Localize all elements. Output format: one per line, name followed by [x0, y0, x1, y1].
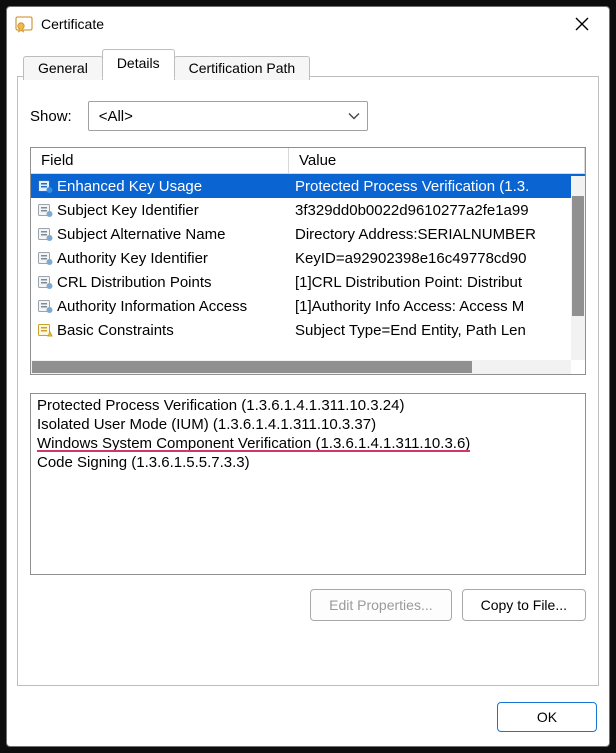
list-header: Field Value	[31, 148, 585, 174]
fields-list[interactable]: Field Value Enhanced Key Usage Protected …	[30, 147, 586, 375]
field-text: Authority Information Access	[57, 298, 247, 315]
show-dropdown[interactable]: <All>	[88, 101, 368, 131]
detail-line-highlighted: Windows System Component Verification (1…	[37, 434, 579, 453]
vertical-scroll-thumb[interactable]	[572, 196, 584, 316]
certificate-dialog: Certificate General Details Certificatio…	[6, 6, 610, 747]
cell-field: Basic Constraints	[31, 322, 289, 339]
col-field[interactable]: Field	[31, 148, 289, 174]
field-icon	[37, 178, 53, 194]
cell-field: CRL Distribution Points	[31, 274, 289, 291]
cell-value: [1]Authority Info Access: Access M	[289, 298, 585, 315]
field-icon	[37, 226, 53, 242]
detail-line: Isolated User Mode (IUM) (1.3.6.1.4.1.31…	[37, 415, 579, 434]
detail-pane[interactable]: Protected Process Verification (1.3.6.1.…	[30, 393, 586, 575]
dialog-footer: OK	[7, 692, 609, 746]
horizontal-scrollbar[interactable]	[31, 360, 571, 374]
show-label: Show:	[30, 108, 72, 125]
field-icon	[37, 202, 53, 218]
tab-details[interactable]: Details	[102, 49, 175, 78]
list-row[interactable]: Subject Key Identifier 3f329dd0b0022d9610…	[31, 198, 585, 222]
cell-field: Subject Alternative Name	[31, 226, 289, 243]
field-icon	[37, 250, 53, 266]
certificate-icon	[15, 15, 33, 33]
title-bar: Certificate	[7, 7, 609, 41]
close-icon	[575, 17, 589, 31]
cell-field: Authority Information Access	[31, 298, 289, 315]
detail-line: Code Signing (1.3.6.1.5.5.7.3.3)	[37, 453, 579, 472]
list-row[interactable]: Enhanced Key Usage Protected Process Veri…	[31, 174, 585, 198]
cell-value: [1]CRL Distribution Point: Distribut	[289, 274, 585, 291]
cell-value: KeyID=a92902398e16c49778cd90	[289, 250, 585, 267]
list-row[interactable]: Authority Information Access [1]Authority…	[31, 294, 585, 318]
col-value[interactable]: Value	[289, 148, 585, 174]
list-row[interactable]: Authority Key Identifier KeyID=a92902398e…	[31, 246, 585, 270]
list-row[interactable]: CRL Distribution Points [1]CRL Distributi…	[31, 270, 585, 294]
tab-general[interactable]: General	[23, 56, 103, 80]
field-icon	[37, 322, 53, 338]
cell-value: Protected Process Verification (1.3.	[289, 178, 585, 195]
field-icon	[37, 274, 53, 290]
list-row[interactable]: Basic Constraints Subject Type=End Entity…	[31, 318, 585, 342]
copy-to-file-button[interactable]: Copy to File...	[462, 589, 586, 621]
field-text: Subject Key Identifier	[57, 202, 199, 219]
tab-content: Show: <All> Field Value Enhanced Key Usa…	[17, 77, 599, 686]
tab-bar: General Details Certification Path	[17, 47, 599, 77]
cell-field: Enhanced Key Usage	[31, 178, 289, 195]
field-text: Basic Constraints	[57, 322, 174, 339]
tab-certification-path[interactable]: Certification Path	[174, 56, 311, 80]
field-text: Authority Key Identifier	[57, 250, 208, 267]
close-button[interactable]	[563, 7, 601, 41]
show-selected: <All>	[99, 108, 133, 125]
ok-button[interactable]: OK	[497, 702, 597, 732]
window-title: Certificate	[41, 16, 563, 32]
horizontal-scroll-thumb[interactable]	[32, 361, 472, 373]
field-icon	[37, 298, 53, 314]
cell-field: Authority Key Identifier	[31, 250, 289, 267]
show-filter-row: Show: <All>	[30, 101, 586, 131]
dialog-body: General Details Certification Path Show:…	[7, 41, 609, 692]
cell-value: Directory Address:SERIALNUMBER	[289, 226, 585, 243]
button-row: Edit Properties... Copy to File...	[30, 589, 586, 621]
cell-value: Subject Type=End Entity, Path Len	[289, 322, 585, 339]
cell-field: Subject Key Identifier	[31, 202, 289, 219]
vertical-scrollbar[interactable]	[571, 176, 585, 360]
field-text: Subject Alternative Name	[57, 226, 225, 243]
chevron-down-icon	[348, 108, 360, 125]
field-text: Enhanced Key Usage	[57, 178, 202, 195]
edit-properties-button: Edit Properties...	[310, 589, 452, 621]
detail-line: Protected Process Verification (1.3.6.1.…	[37, 396, 579, 415]
cell-value: 3f329dd0b0022d9610277a2fe1a99	[289, 202, 585, 219]
field-text: CRL Distribution Points	[57, 274, 212, 291]
list-row[interactable]: Subject Alternative Name Directory Addres…	[31, 222, 585, 246]
